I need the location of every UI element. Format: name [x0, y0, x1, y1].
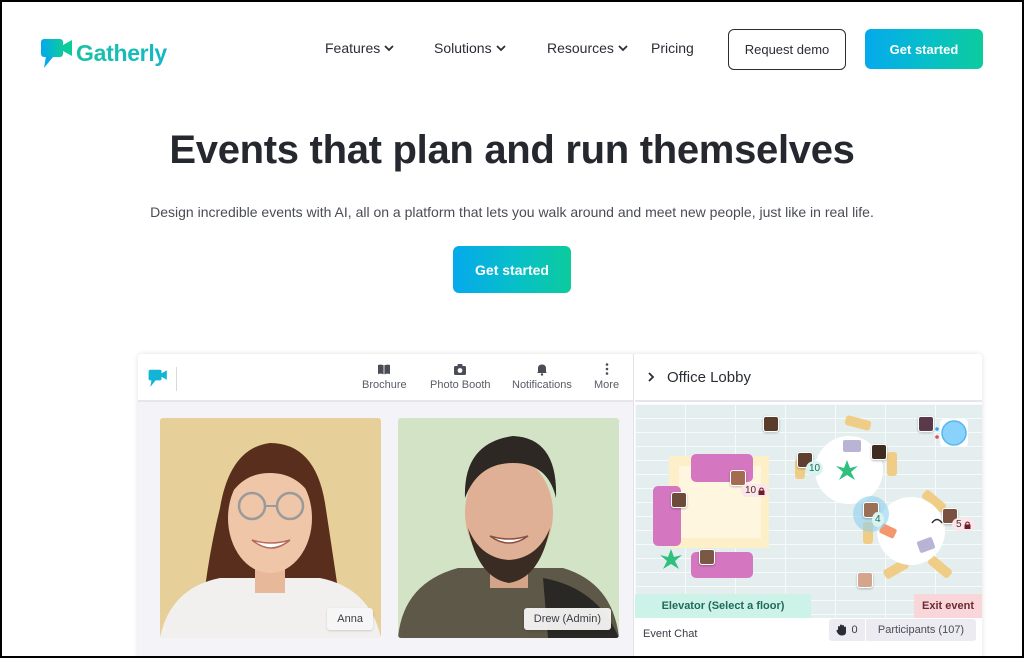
avatar-participant[interactable] — [730, 470, 746, 486]
avatar-participant[interactable] — [918, 416, 934, 432]
event-chat-tab[interactable]: Event Chat — [643, 628, 697, 640]
exit-event-button[interactable]: Exit event — [914, 594, 982, 618]
app-logo-icon — [148, 369, 167, 387]
avatar-participant[interactable] — [857, 572, 873, 588]
room-title: Office Lobby — [667, 368, 751, 386]
video-tile-drew[interactable]: Drew (Admin) — [398, 418, 619, 638]
participant-photo-drew — [398, 436, 619, 638]
nav-solutions-label: Solutions — [434, 40, 492, 56]
chat-bar: Event Chat 0 Participants (107) — [635, 618, 982, 656]
toolbar-photo-booth-label: Photo Booth — [430, 379, 491, 391]
page: Gatherly Features Solutions Resources Pr… — [2, 2, 1022, 656]
nav-pricing[interactable]: Pricing — [651, 40, 694, 56]
nav-get-started-button[interactable]: Get started — [865, 29, 983, 69]
nav-solutions[interactable]: Solutions — [434, 40, 506, 56]
hand-icon — [836, 624, 847, 636]
name-tag-drew: Drew (Admin) — [523, 608, 611, 630]
elevator-button[interactable]: Elevator (Select a floor) — [635, 594, 811, 618]
hero-title: Events that plan and run themselves — [169, 128, 855, 172]
name-tag-anna: Anna — [327, 608, 373, 630]
laptop-icon — [843, 440, 861, 452]
group-count: 5 — [956, 519, 962, 530]
camera-icon — [454, 364, 467, 375]
raise-hand-button[interactable]: 0 — [829, 619, 865, 641]
group-count-badge-locked: 10 — [741, 484, 770, 497]
room-pane: Office Lobby 10 10 4 5 Elevator (Select … — [635, 354, 982, 656]
toolbar-brochure-label: Brochure — [362, 379, 407, 391]
lock-icon — [758, 487, 765, 495]
avatar-participant[interactable] — [763, 416, 779, 432]
chevron-down-icon — [384, 45, 394, 52]
group-count-badge-locked: 5 — [952, 518, 975, 531]
nav-resources[interactable]: Resources — [547, 40, 628, 56]
plant-icon — [660, 549, 682, 569]
book-icon — [378, 364, 391, 375]
floor-furniture — [653, 415, 968, 579]
lock-icon — [964, 521, 971, 529]
chevron-down-icon — [618, 45, 628, 52]
nav-features[interactable]: Features — [325, 40, 394, 56]
chevron-right-icon[interactable] — [647, 371, 655, 383]
hero-get-started-button[interactable]: Get started — [453, 246, 571, 293]
group-count-badge: 4 — [872, 512, 884, 527]
hero-subtitle: Design incredible events with AI, all on… — [150, 204, 874, 220]
nav-resources-label: Resources — [547, 40, 614, 56]
toolbar-notifications-label: Notifications — [512, 379, 572, 391]
room-header[interactable]: Office Lobby — [635, 354, 982, 402]
avatar-participant[interactable] — [699, 549, 715, 565]
participant-photo-anna — [160, 443, 381, 638]
toolbar-notifications[interactable]: Notifications — [512, 362, 572, 391]
group-count-badge: 10 — [806, 461, 824, 476]
toolbar-photo-booth[interactable]: Photo Booth — [430, 362, 491, 391]
video-pane: Brochure Photo Booth Notifications More — [138, 354, 634, 656]
room-floor-map[interactable]: 10 10 4 5 Elevator (Select a floor) Exit… — [635, 404, 982, 618]
group-count: 10 — [745, 485, 757, 496]
water-cooler-icon — [941, 420, 967, 446]
more-vertical-icon — [605, 363, 608, 375]
nav-features-label: Features — [325, 40, 381, 56]
avatar-participant[interactable] — [671, 492, 687, 508]
group-count: 10 — [809, 463, 821, 474]
toolbar-divider — [176, 367, 177, 391]
chevron-down-icon — [495, 45, 506, 52]
group-count: 4 — [875, 514, 881, 525]
toolbar-brochure[interactable]: Brochure — [362, 362, 407, 391]
toolbar-more[interactable]: More — [594, 362, 619, 391]
app-preview: Brochure Photo Booth Notifications More — [138, 354, 982, 656]
request-demo-button[interactable]: Request demo — [728, 29, 846, 70]
toolbar-more-label: More — [594, 379, 620, 391]
avatar-participant[interactable] — [871, 444, 887, 460]
app-toolbar: Brochure Photo Booth Notifications More — [138, 354, 633, 402]
video-tile-anna[interactable]: Anna — [160, 418, 381, 638]
participants-button[interactable]: Participants (107) — [866, 619, 976, 641]
bell-icon — [536, 364, 547, 376]
nav-pricing-label: Pricing — [651, 40, 694, 56]
raised-hands-count: 0 — [851, 624, 858, 636]
